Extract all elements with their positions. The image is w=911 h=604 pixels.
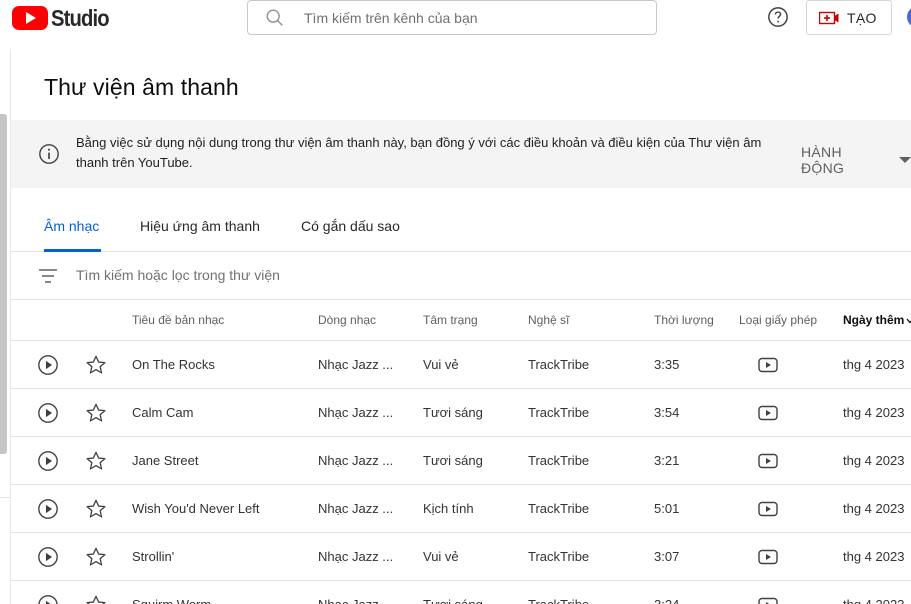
- table-row[interactable]: Wish You'd Never Left Nhạc Jazz ... Kịch t…: [11, 485, 911, 533]
- table-row[interactable]: Squirm Worm Nhạc Jazz ... Tươi sáng TrackTr…: [11, 581, 911, 604]
- column-header-duration[interactable]: Thời lượng: [654, 313, 714, 327]
- play-icon[interactable]: [37, 546, 59, 568]
- track-title: Jane Street: [132, 453, 199, 468]
- channel-search-box[interactable]: [247, 0, 657, 35]
- track-mood: Kịch tính: [423, 501, 474, 516]
- sort-arrow-icon[interactable]: [906, 317, 911, 325]
- youtube-license-icon: [758, 405, 778, 421]
- track-genre: Nhạc Jazz ...: [318, 357, 394, 372]
- star-icon[interactable]: [85, 546, 107, 568]
- track-date-added: thg 4 2023: [843, 549, 905, 564]
- track-title: Wish You'd Never Left: [132, 501, 260, 516]
- table-header: Tiêu đề bản nhạc Dòng nhạc Tâm trạng Ngh…: [11, 300, 911, 341]
- actions-dropdown-label: HÀNH ĐỘNG: [801, 144, 845, 176]
- track-duration: 3:35: [654, 357, 680, 372]
- track-duration: 3:07: [654, 549, 680, 564]
- track-genre: Nhạc Jazz ...: [318, 501, 394, 516]
- track-mood: Vui vẻ: [423, 549, 459, 564]
- track-genre: Nhạc Jazz ...: [318, 597, 393, 604]
- tab-starred[interactable]: Có gắn dấu sao: [301, 218, 400, 234]
- studio-logo[interactable]: Studio: [12, 4, 117, 32]
- track-date-added: thg 4 2023: [843, 405, 905, 420]
- play-icon[interactable]: [37, 402, 59, 424]
- star-icon[interactable]: [85, 594, 107, 604]
- create-button[interactable]: TẠO: [806, 0, 892, 35]
- track-duration: 3:21: [654, 453, 680, 468]
- top-bar: Studio TẠO: [0, 0, 911, 49]
- studio-brand-text: Studio: [51, 4, 110, 31]
- terms-notice: Bằng việc sử dụng nội dung trong thư việ…: [11, 120, 911, 188]
- track-artist: TrackTribe: [528, 597, 589, 604]
- tab-music[interactable]: Âm nhạc: [44, 218, 99, 234]
- track-artist: TrackTribe: [528, 549, 590, 564]
- youtube-license-icon: [758, 453, 778, 469]
- track-genre: Nhạc Jazz ...: [318, 453, 394, 468]
- track-duration: 3:54: [654, 405, 680, 420]
- star-icon[interactable]: [85, 498, 107, 520]
- track-artist: TrackTribe: [528, 453, 590, 468]
- filter-icon[interactable]: [38, 267, 58, 285]
- track-mood: Tươi sáng: [423, 453, 483, 468]
- track-duration: 5:01: [654, 501, 680, 516]
- track-mood: Tươi sáng: [423, 405, 483, 420]
- youtube-license-icon: [758, 501, 778, 517]
- track-title: On The Rocks: [132, 357, 215, 372]
- star-icon[interactable]: [85, 354, 107, 376]
- table-row[interactable]: Strollin' Nhạc Jazz ... Vui vẻ TrackTribe 3:…: [11, 533, 911, 581]
- track-genre: Nhạc Jazz ...: [318, 405, 394, 420]
- track-title: Squirm Worm: [132, 597, 211, 604]
- youtube-license-icon: [758, 357, 778, 373]
- star-icon[interactable]: [85, 402, 107, 424]
- column-header-artist[interactable]: Nghệ sĩ: [528, 313, 569, 327]
- library-filter-bar[interactable]: Tìm kiếm hoặc lọc trong thư viện: [11, 252, 911, 300]
- track-artist: TrackTribe: [528, 357, 590, 372]
- library-tabs: Âm nhạc Hiệu ứng âm thanh Có gắn dấu sao: [11, 200, 911, 252]
- dropdown-caret-icon: [899, 157, 911, 163]
- account-avatar[interactable]: [907, 6, 911, 28]
- column-header-license[interactable]: Loại giấy phép: [739, 313, 817, 327]
- track-genre: Nhạc Jazz ...: [318, 549, 394, 564]
- track-artist: TrackTribe: [528, 405, 590, 420]
- terms-notice-text: Bằng việc sử dụng nội dung trong thư việ…: [76, 135, 762, 170]
- sidebar-scrollbar[interactable]: [0, 114, 7, 454]
- tab-sound-effects[interactable]: Hiệu ứng âm thanh: [140, 218, 260, 234]
- column-header-title[interactable]: Tiêu đề bản nhạc: [132, 313, 224, 327]
- track-date-added: thg 4 2023: [843, 597, 904, 604]
- create-camera-icon: [819, 11, 839, 24]
- track-date-added: thg 4 2023: [843, 453, 905, 468]
- column-header-date-added[interactable]: Ngày thêm: [843, 313, 904, 327]
- play-icon[interactable]: [37, 354, 59, 376]
- table-row[interactable]: On The Rocks Nhạc Jazz ... Vui vẻ TrackTrib…: [11, 341, 911, 389]
- track-title: Calm Cam: [132, 405, 194, 420]
- filter-input-placeholder[interactable]: Tìm kiếm hoặc lọc trong thư viện: [76, 267, 280, 283]
- table-row[interactable]: Calm Cam Nhạc Jazz ... Tươi sáng TrackTribe…: [11, 389, 911, 437]
- star-icon[interactable]: [85, 450, 107, 472]
- track-date-added: thg 4 2023: [843, 501, 905, 516]
- search-icon: [266, 9, 283, 26]
- track-title: Strollin': [132, 549, 175, 564]
- actions-dropdown[interactable]: HÀNH ĐỘNG: [801, 144, 911, 176]
- info-icon: [39, 144, 59, 164]
- table-row[interactable]: Jane Street Nhạc Jazz ... Tươi sáng TrackTr…: [11, 437, 911, 485]
- track-mood: Tươi sáng: [423, 597, 483, 604]
- track-duration: 3:24: [654, 597, 679, 604]
- column-header-mood[interactable]: Tâm trạng: [423, 313, 478, 327]
- track-artist: TrackTribe: [528, 501, 590, 516]
- track-date-added: thg 4 2023: [843, 357, 905, 372]
- play-icon[interactable]: [37, 498, 59, 520]
- play-icon[interactable]: [37, 594, 59, 604]
- play-icon[interactable]: [37, 450, 59, 472]
- youtube-logo-icon: [12, 6, 48, 30]
- sidebar-divider: [0, 497, 11, 498]
- page-title: Thư viện âm thanh: [44, 74, 239, 100]
- channel-search-input[interactable]: [304, 9, 624, 26]
- help-icon[interactable]: [767, 6, 789, 28]
- track-mood: Vui vẻ: [423, 357, 459, 372]
- create-button-label: TẠO: [847, 9, 877, 26]
- youtube-license-icon: [758, 597, 778, 604]
- column-header-genre[interactable]: Dòng nhạc: [318, 313, 376, 327]
- youtube-license-icon: [758, 549, 778, 565]
